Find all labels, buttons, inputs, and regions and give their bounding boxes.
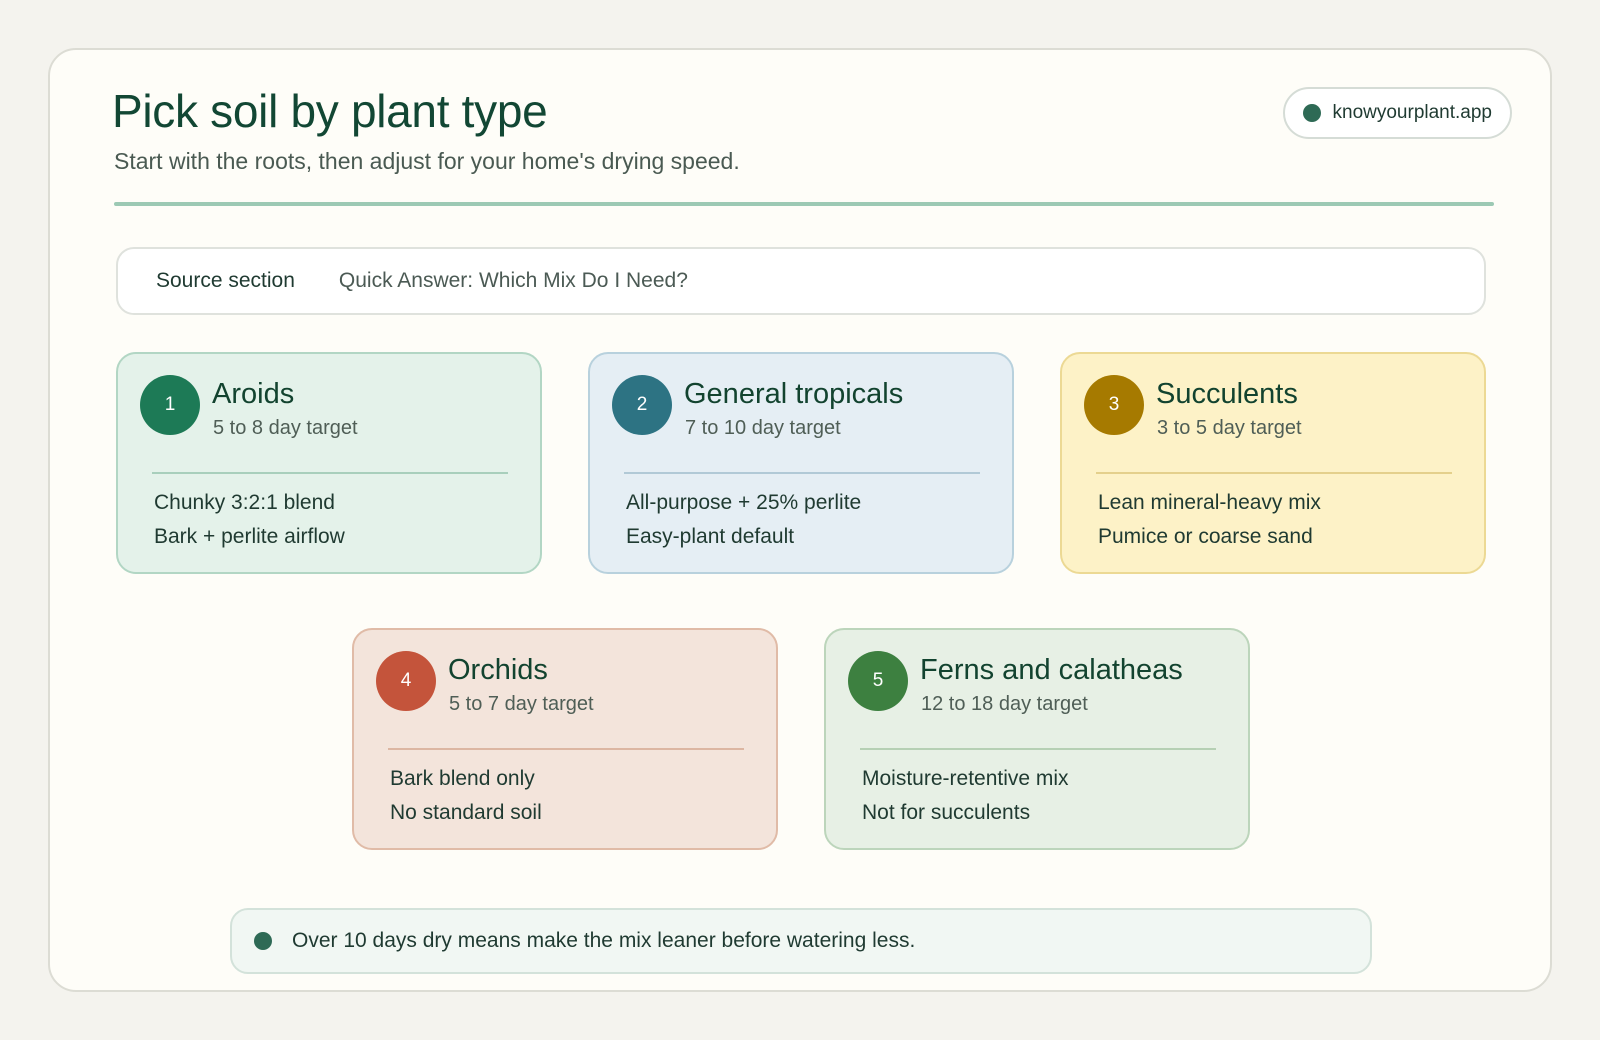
card-number-badge: 3 — [1084, 375, 1144, 435]
card-mix-line: Lean mineral-heavy mix — [1098, 491, 1321, 514]
card-divider — [388, 748, 744, 750]
plant-card-succulents: 3 Succulents 3 to 5 day target Lean mine… — [1060, 352, 1486, 574]
card-number-badge: 4 — [376, 651, 436, 711]
card-plant-name: Succulents — [1156, 378, 1298, 410]
card-dry-target: 3 to 5 day target — [1157, 417, 1302, 439]
card-mix-line: Chunky 3:2:1 blend — [154, 491, 335, 514]
main-panel: Pick soil by plant type Start with the r… — [48, 48, 1552, 992]
tip-dot-icon — [254, 932, 272, 950]
card-dry-target: 5 to 8 day target — [213, 417, 358, 439]
card-mix-line: Bark + perlite airflow — [154, 525, 345, 548]
card-plant-name: Aroids — [212, 378, 295, 410]
header-divider — [114, 202, 1494, 206]
card-divider — [1096, 472, 1452, 474]
card-dry-target: 7 to 10 day target — [685, 417, 841, 439]
card-divider — [152, 472, 508, 474]
card-dry-target: 5 to 7 day target — [449, 693, 594, 715]
site-dot-icon — [1302, 104, 1321, 122]
card-divider — [624, 472, 980, 474]
card-number-badge: 5 — [848, 651, 908, 711]
card-plant-name: Ferns and calatheas — [920, 654, 1183, 686]
source-section-bar: Source section Quick Answer: Which Mix D… — [116, 247, 1486, 315]
plant-card-ferns-calatheas: 5 Ferns and calatheas 12 to 18 day targe… — [824, 628, 1250, 850]
card-plant-name: Orchids — [448, 654, 548, 686]
card-number-badge: 1 — [140, 375, 200, 435]
card-plant-name: General tropicals — [684, 378, 904, 410]
plant-card-aroids: 1 Aroids 5 to 8 day target Chunky 3:2:1 … — [116, 352, 542, 574]
card-mix-line: Pumice or coarse sand — [1098, 525, 1313, 548]
plant-card-orchids: 4 Orchids 5 to 7 day target Bark blend o… — [352, 628, 778, 850]
page-title: Pick soil by plant type — [112, 85, 548, 137]
plant-card-general-tropicals: 2 General tropicals 7 to 10 day target A… — [588, 352, 1014, 574]
card-mix-line: Bark blend only — [390, 767, 535, 790]
card-dry-target: 12 to 18 day target — [921, 693, 1088, 715]
card-mix-line: No standard soil — [390, 801, 542, 824]
card-mix-line: All-purpose + 25% perlite — [626, 491, 862, 514]
card-mix-line: Moisture-retentive mix — [862, 767, 1069, 790]
card-number-badge: 2 — [612, 375, 672, 435]
card-mix-line: Not for succulents — [862, 801, 1031, 824]
tip-banner: Over 10 days dry means make the mix lean… — [230, 908, 1372, 974]
card-mix-line: Easy-plant default — [626, 525, 795, 548]
source-section-label: Source section — [156, 269, 295, 292]
site-link-label: knowyourplant.app — [1332, 102, 1493, 123]
site-link[interactable]: knowyourplant.app — [1282, 87, 1512, 139]
tip-text: Over 10 days dry means make the mix lean… — [292, 929, 916, 952]
source-section-value: Quick Answer: Which Mix Do I Need? — [338, 269, 688, 292]
page-subtitle: Start with the roots, then adjust for yo… — [114, 148, 740, 174]
card-divider — [860, 748, 1216, 750]
